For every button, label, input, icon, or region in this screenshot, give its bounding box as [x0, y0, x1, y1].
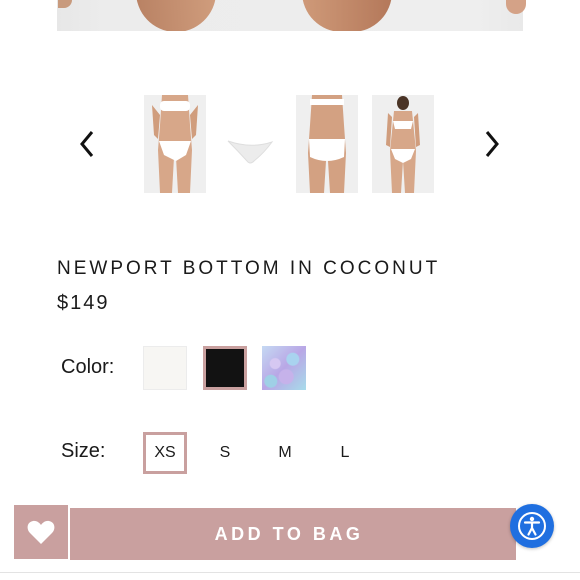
chevron-left-icon [80, 131, 94, 157]
wishlist-button[interactable] [14, 505, 68, 559]
size-option-l[interactable]: L [332, 432, 358, 474]
color-label: Color: [61, 356, 115, 378]
chevron-right-icon [485, 131, 499, 157]
model-back-image [296, 95, 358, 193]
model-leg-left [135, 0, 219, 31]
product-price: $149 [57, 292, 110, 314]
thumbnail-back-view[interactable] [296, 95, 358, 193]
size-option-xs[interactable]: XS [143, 432, 187, 474]
carousel-next-button[interactable] [479, 128, 505, 160]
thumbnail-front-view[interactable] [144, 95, 206, 193]
model-hand-right [506, 0, 526, 14]
carousel-prev-button[interactable] [74, 128, 100, 160]
model-full-body-image [372, 95, 434, 193]
accessibility-button[interactable] [510, 504, 554, 548]
bikini-bottom-flat-image [220, 95, 282, 193]
product-title: NEWPORT BOTTOM IN COCONUT [57, 258, 441, 279]
size-option-m[interactable]: M [272, 432, 298, 474]
model-front-image [144, 95, 206, 193]
color-swatch-print[interactable] [262, 346, 306, 390]
color-swatch-coconut[interactable] [143, 346, 187, 390]
hero-product-image [57, 0, 523, 31]
model-leg-right [302, 0, 392, 31]
accessibility-icon [518, 512, 546, 540]
thumbnail-flat-lay[interactable] [220, 95, 282, 193]
thumbnail-full-body-view[interactable] [372, 95, 434, 193]
heart-icon [27, 520, 55, 544]
size-label: Size: [61, 440, 106, 462]
color-swatch-black[interactable] [203, 346, 247, 390]
bottom-divider [0, 572, 580, 573]
add-to-bag-button[interactable]: ADD TO BAG [62, 508, 516, 560]
size-option-s[interactable]: S [212, 432, 238, 474]
